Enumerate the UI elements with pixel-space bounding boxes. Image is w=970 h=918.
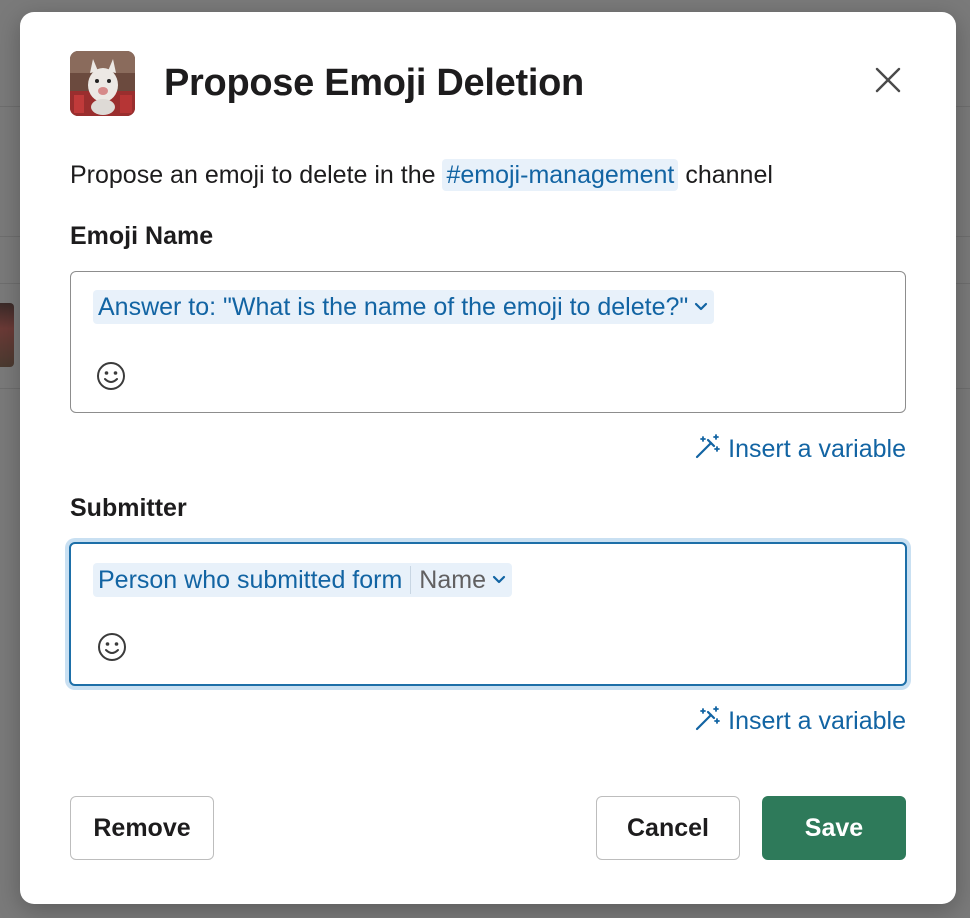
variable-token-submitter[interactable]: Person who submitted form Name xyxy=(93,563,512,597)
emoji-picker-button[interactable] xyxy=(95,361,127,396)
insert-variable-link[interactable]: Insert a variable xyxy=(694,432,906,467)
propose-emoji-deletion-dialog: Propose Emoji Deletion Propose an emoji … xyxy=(20,12,956,904)
workflow-avatar xyxy=(70,51,135,116)
remove-button[interactable]: Remove xyxy=(70,796,214,860)
chevron-down-icon xyxy=(694,302,708,312)
description-prefix: Propose an emoji to delete in the xyxy=(70,161,436,189)
dialog-title: Propose Emoji Deletion xyxy=(164,62,584,104)
emoji-name-label: Emoji Name xyxy=(70,222,214,250)
channel-link[interactable]: #emoji-management xyxy=(442,159,679,191)
insert-variable-label: Insert a variable xyxy=(728,435,906,463)
smiley-icon xyxy=(96,361,126,396)
cancel-button[interactable]: Cancel xyxy=(596,796,740,860)
token-separator xyxy=(410,566,412,594)
emoji-name-field[interactable]: Answer to: "What is the name of the emoj… xyxy=(70,271,906,413)
variable-token-label: Answer to: "What is the name of the emoj… xyxy=(98,292,689,321)
background-thumbnail xyxy=(0,303,14,367)
close-button[interactable] xyxy=(870,64,906,100)
chevron-down-icon xyxy=(492,575,506,585)
emoji-picker-button[interactable] xyxy=(96,632,128,667)
variable-token-label: Person who submitted form xyxy=(98,565,403,594)
save-button[interactable]: Save xyxy=(762,796,906,860)
submitter-label: Submitter xyxy=(70,494,187,522)
variable-token-answer[interactable]: Answer to: "What is the name of the emoj… xyxy=(93,290,715,324)
variable-token-property: Name xyxy=(419,565,486,594)
submitter-field[interactable]: Person who submitted form Name xyxy=(69,542,907,686)
close-icon xyxy=(874,66,902,99)
dialog-description: Propose an emoji to delete in the #emoji… xyxy=(70,159,773,191)
smiley-icon xyxy=(97,632,127,667)
magic-wand-icon xyxy=(694,432,728,467)
insert-variable-link[interactable]: Insert a variable xyxy=(694,704,906,739)
description-suffix: channel xyxy=(685,161,773,189)
insert-variable-label: Insert a variable xyxy=(728,707,906,735)
magic-wand-icon xyxy=(694,704,728,739)
